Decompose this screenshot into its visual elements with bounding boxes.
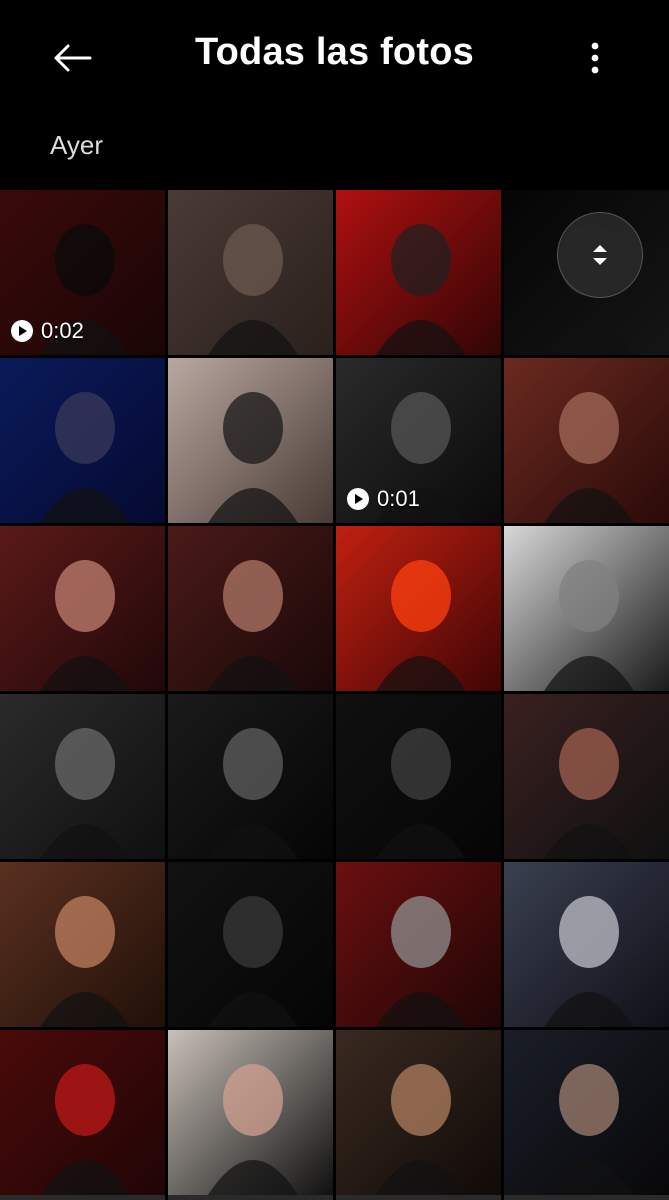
photo-thumbnail[interactable] [168,358,333,523]
photo-thumbnail[interactable]: 0:01 [336,358,501,523]
photo-image [0,1030,165,1195]
photo-image [336,862,501,1027]
photo-thumbnail[interactable] [0,358,165,523]
photo-image [504,526,669,691]
photo-thumbnail[interactable] [0,1030,165,1195]
photo-thumbnail[interactable] [168,862,333,1027]
photo-thumbnail[interactable] [504,358,669,523]
date-section-label: Ayer [50,130,103,160]
photo-image [336,526,501,691]
photo-thumbnail[interactable] [0,862,165,1027]
photo-image [336,190,501,355]
photo-image [504,694,669,859]
photo-image [504,1030,669,1195]
photo-thumbnail[interactable] [0,694,165,859]
photo-image [168,526,333,691]
photo-thumbnail[interactable] [504,862,669,1027]
photo-thumbnail[interactable] [504,1030,669,1195]
photo-thumbnail[interactable] [0,526,165,691]
photo-thumbnail[interactable]: 0:02 [0,190,165,355]
photo-thumbnail[interactable] [168,694,333,859]
photo-image [504,358,669,523]
photo-image [0,694,165,859]
more-options-button[interactable] [570,30,620,86]
fast-scroll-handle[interactable] [557,212,643,298]
photo-image [504,862,669,1027]
photo-image [168,862,333,1027]
video-duration-badge: 0:02 [11,318,84,344]
page-title: Todas las fotos [195,31,474,73]
photo-thumbnail[interactable] [168,190,333,355]
unfold-arrows-icon [593,245,607,265]
photo-thumbnail[interactable] [336,862,501,1027]
photo-image [0,358,165,523]
photo-grid: 0:02 0:01 [0,190,669,1195]
photo-thumbnail[interactable] [336,694,501,859]
photo-image [0,526,165,691]
photo-image [168,1030,333,1195]
photo-thumbnail[interactable] [504,526,669,691]
video-duration-badge: 0:01 [347,486,420,512]
video-duration: 0:02 [41,318,84,343]
photo-image [168,358,333,523]
video-duration: 0:01 [377,486,420,511]
photo-image [168,190,333,355]
photo-thumbnail[interactable] [336,1030,501,1195]
photo-thumbnail[interactable] [168,526,333,691]
photo-image [336,694,501,859]
photo-thumbnail[interactable] [504,694,669,859]
next-row-peek [0,1195,669,1200]
photo-thumbnail[interactable] [336,190,501,355]
play-icon [11,320,33,342]
photo-image [336,1030,501,1195]
photo-thumbnail[interactable] [336,526,501,691]
photo-image [168,694,333,859]
photo-image [0,862,165,1027]
more-vert-icon [591,42,599,74]
play-icon [347,488,369,510]
photo-thumbnail[interactable] [168,1030,333,1195]
app-bar: Todas las fotos [0,0,669,115]
